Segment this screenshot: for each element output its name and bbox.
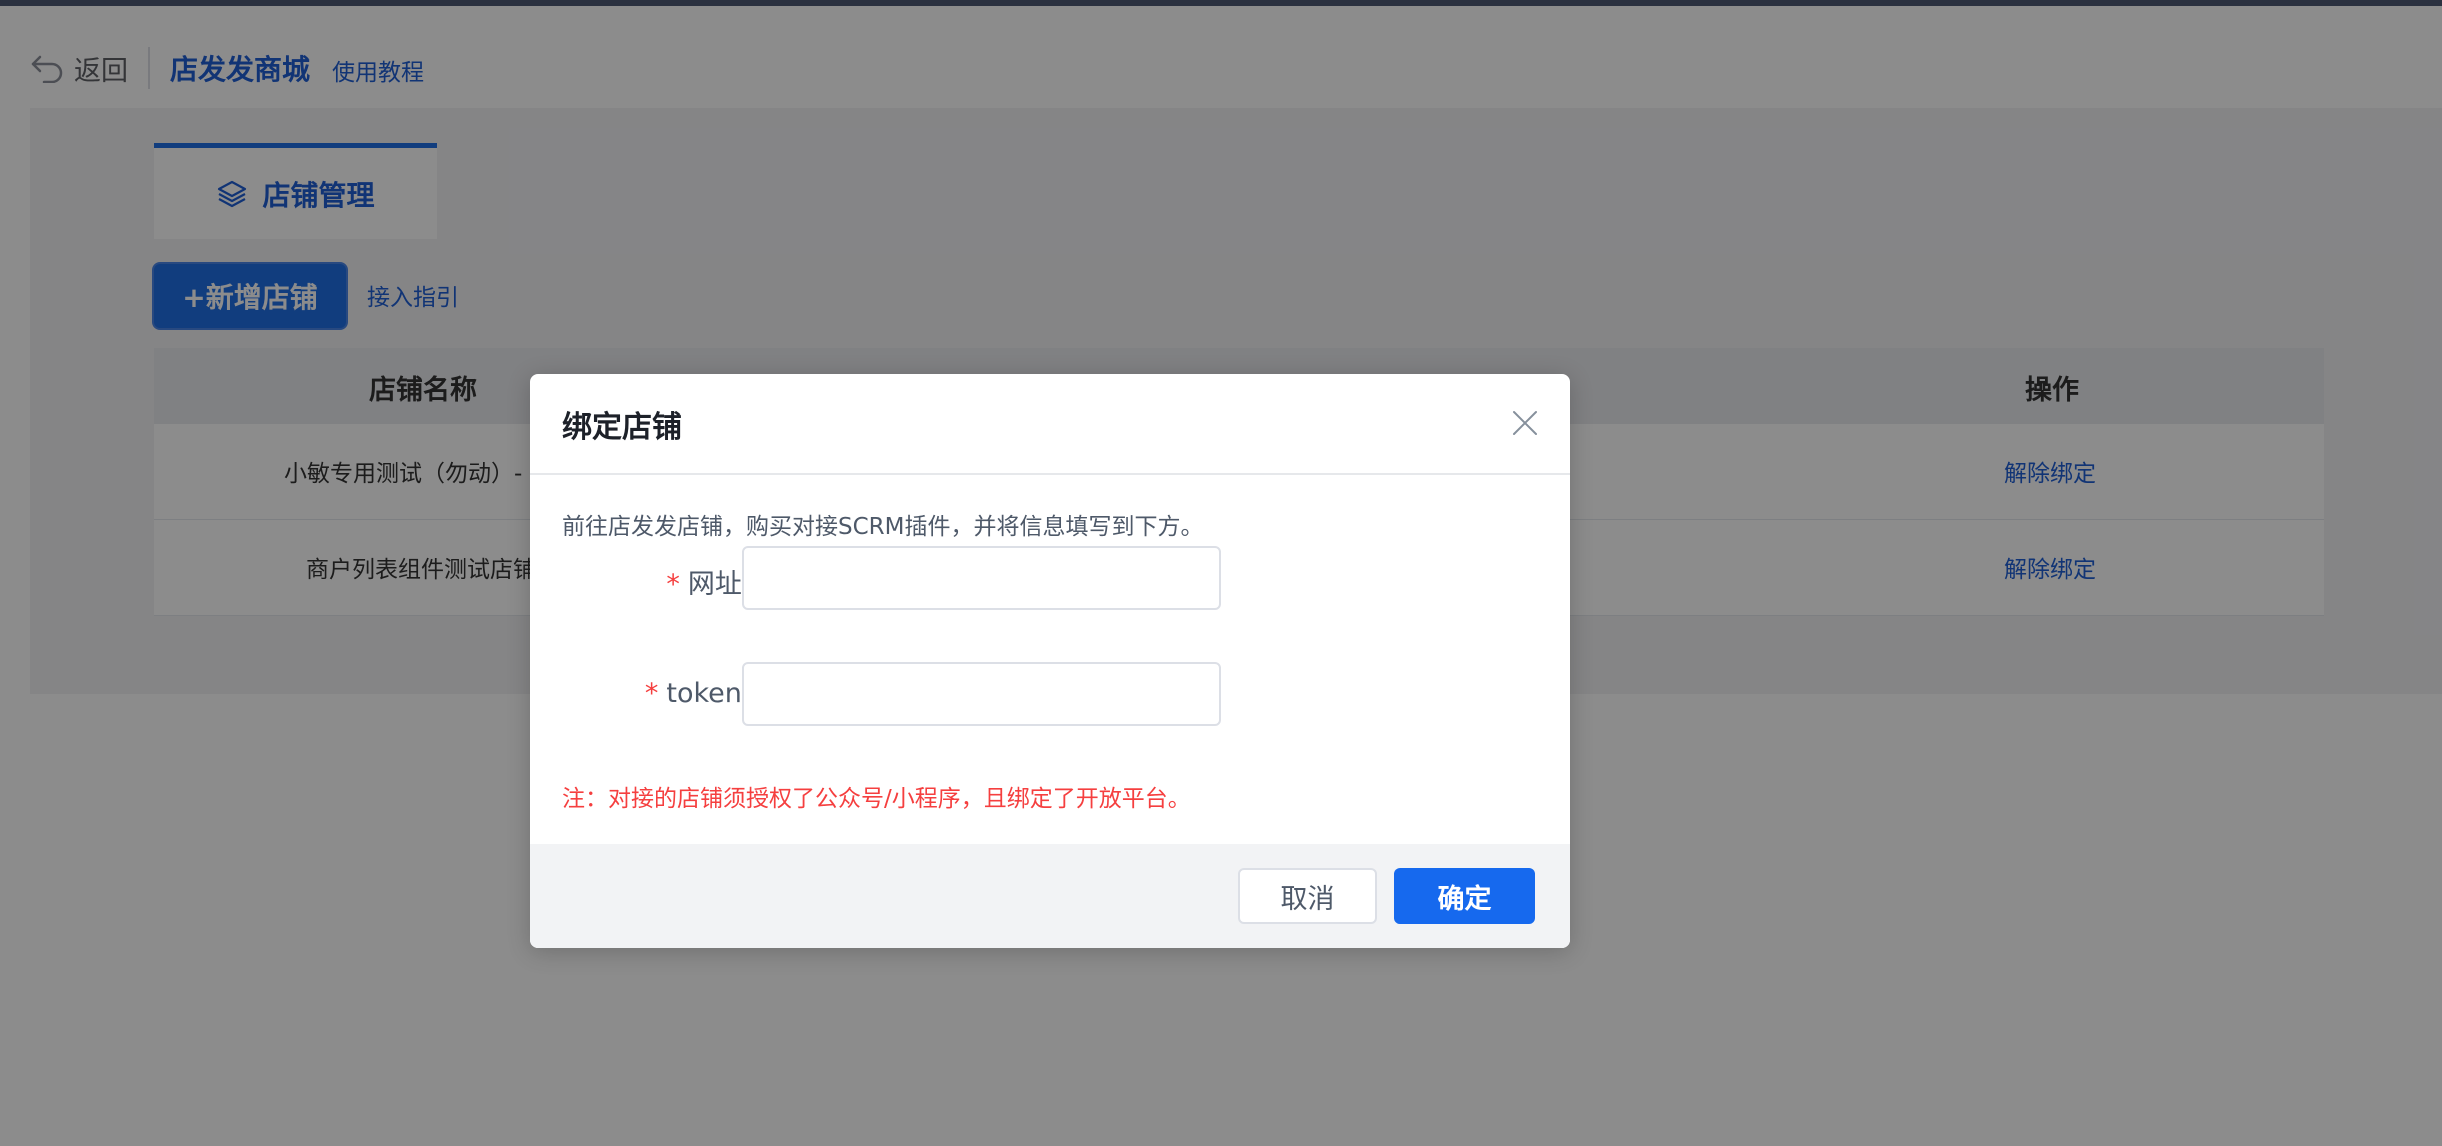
dialog-title: 绑定店铺 bbox=[562, 410, 682, 445]
token-label: * token: bbox=[645, 678, 751, 709]
url-label: * 网址: bbox=[666, 562, 751, 601]
url-form-row: * 网址: bbox=[530, 546, 1570, 610]
close-icon[interactable] bbox=[1510, 408, 1540, 438]
required-mark: * bbox=[666, 569, 680, 600]
dialog-header: 绑定店铺 bbox=[530, 374, 1570, 475]
dialog-note: 注：对接的店铺须授权了公众号/小程序，且绑定了开放平台。 bbox=[562, 786, 1191, 812]
dialog-footer: 取消 确定 bbox=[530, 844, 1570, 948]
confirm-button[interactable]: 确定 bbox=[1394, 868, 1535, 924]
token-form-row: * token: bbox=[530, 662, 1570, 726]
required-mark: * bbox=[644, 678, 659, 709]
token-input[interactable] bbox=[742, 662, 1221, 726]
bind-store-dialog: 绑定店铺 前往店发发店铺，购买对接SCRM插件，并将信息填写到下方。 * 网址: … bbox=[530, 374, 1570, 948]
dialog-instruction: 前往店发发店铺，购买对接SCRM插件，并将信息填写到下方。 bbox=[562, 514, 1204, 540]
token-label-text: token: bbox=[666, 678, 751, 709]
url-input[interactable] bbox=[742, 546, 1221, 610]
cancel-button[interactable]: 取消 bbox=[1238, 868, 1377, 924]
